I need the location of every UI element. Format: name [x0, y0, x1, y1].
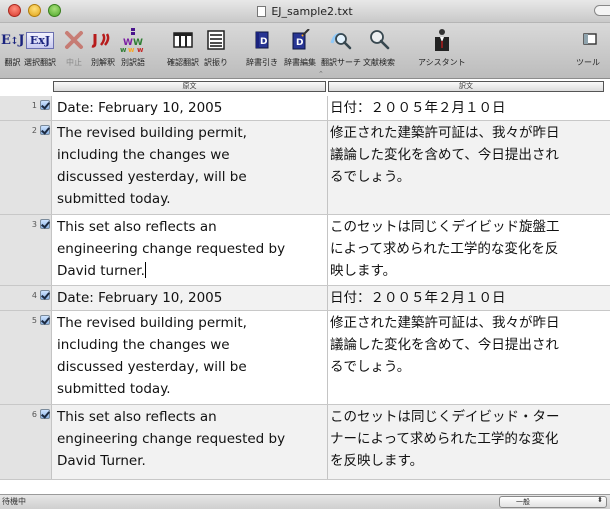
row-checkbox[interactable]	[40, 125, 50, 135]
dictionary-lookup-icon: D	[253, 27, 271, 53]
table-row[interactable]: 3 This set also reflects an engineering …	[0, 215, 610, 286]
column-divider	[327, 121, 328, 214]
row-gutter: 2	[0, 121, 52, 214]
svg-text:D: D	[260, 37, 267, 47]
source-text-cell[interactable]: This set also reflects an engineering ch…	[57, 406, 322, 472]
window-title: EJ_sample2.txt	[271, 4, 353, 18]
dictionary-lookup-button[interactable]: D 辞書引き	[246, 27, 278, 68]
verify-columns-icon	[173, 27, 193, 53]
table-row[interactable]: 6 This set also reflects an engineering …	[0, 405, 610, 480]
alt-interpretation-button[interactable]: 別解釈	[91, 27, 115, 68]
column-divider	[327, 405, 328, 479]
column-divider	[327, 286, 328, 310]
row-gutter: 6	[0, 405, 52, 479]
source-text-cell[interactable]: Date: February 10, 2005	[57, 287, 322, 309]
interlinear-icon	[206, 27, 226, 53]
select-translate-button[interactable]: ExJ 選択翻訳	[24, 27, 56, 68]
table-row[interactable]: 2 The revised building permit, including…	[0, 121, 610, 215]
window-title-area: EJ_sample2.txt	[0, 0, 610, 22]
mode-select[interactable]: 一般 ⬍	[499, 496, 607, 508]
toolbar-resize-grip[interactable]: ⌃	[318, 70, 324, 78]
column-divider	[327, 215, 328, 285]
column-divider	[327, 96, 328, 120]
row-number: 3	[31, 220, 37, 229]
target-text-cell[interactable]: このセットは同じくデイビッド・ター ナーによって求められた工学的な変化 を反映し…	[330, 406, 604, 472]
row-number: 1	[31, 101, 37, 110]
svg-text:w: w	[120, 46, 127, 52]
tool-button[interactable]: ツール	[576, 27, 600, 68]
stop-button[interactable]: 中止	[64, 27, 84, 68]
translation-table: 1 Date: February 10, 2005 日付：２００５年２月１０日 …	[0, 96, 610, 488]
target-text-cell[interactable]: 日付：２００５年２月１０日	[330, 287, 604, 309]
text-cursor	[144, 262, 146, 278]
status-bar: 待機中 一般 ⬍	[0, 494, 610, 509]
select-arrows-icon: ⬍	[597, 496, 603, 504]
svg-text:w: w	[128, 46, 135, 52]
interlinear-button[interactable]: 訳振り	[204, 27, 228, 68]
title-bar: EJ_sample2.txt	[0, 0, 610, 23]
stop-x-icon	[64, 27, 84, 53]
dictionary-edit-icon: D	[290, 27, 310, 53]
source-text-cell[interactable]: This set also reflects an engineering ch…	[57, 216, 322, 282]
table-row[interactable]: 1 Date: February 10, 2005 日付：２００５年２月１０日	[0, 96, 610, 121]
row-checkbox[interactable]	[40, 315, 50, 325]
row-number: 5	[31, 316, 37, 325]
target-text-cell[interactable]: このセットは同じくデイビッド旋盤工 によって求められた工学的な変化を反 映します…	[330, 216, 604, 282]
row-checkbox[interactable]	[40, 290, 50, 300]
tool-icon	[578, 27, 598, 53]
document-icon	[257, 5, 267, 17]
svg-text:D: D	[296, 38, 303, 48]
target-column-header[interactable]: 訳文	[328, 81, 604, 92]
alt-interpretation-icon	[91, 27, 115, 53]
source-text-cell[interactable]: Date: February 10, 2005	[57, 97, 322, 119]
row-checkbox[interactable]	[40, 100, 50, 110]
translation-window: EJ_sample2.txt E↕J 翻訳 ExJ 選択翻訳 中止 別解釈 W …	[0, 0, 610, 509]
translate-button[interactable]: E↕J 翻訳	[1, 27, 24, 68]
svg-text:w: w	[137, 46, 144, 52]
verify-translate-button[interactable]: 確認翻訳	[167, 27, 199, 68]
row-checkbox[interactable]	[40, 409, 50, 419]
document-search-button[interactable]: 文献検索	[363, 27, 395, 68]
ej-translate-icon: E↕J	[1, 32, 24, 48]
row-number: 2	[31, 126, 37, 135]
table-row[interactable]: 5 The revised building permit, including…	[0, 311, 610, 405]
toolbar: E↕J 翻訳 ExJ 選択翻訳 中止 別解釈 W W w w w 別訳語 確認翻…	[0, 23, 610, 79]
dictionary-edit-button[interactable]: D 辞書編集	[284, 27, 316, 68]
row-number: 4	[31, 291, 37, 300]
assistant-button[interactable]: アシスタント	[418, 27, 466, 68]
assistant-icon	[431, 27, 453, 53]
ej-select-translate-icon: ExJ	[25, 27, 55, 53]
source-text-cell[interactable]: The revised building permit, including t…	[57, 122, 322, 210]
column-header: 原文 訳文	[0, 79, 610, 96]
row-gutter: 5	[0, 311, 52, 404]
source-column-header[interactable]: 原文	[53, 81, 326, 92]
alt-word-icon: W W w w w	[120, 27, 146, 53]
translation-search-button[interactable]: 翻訳サーチ	[321, 27, 361, 68]
alt-word-button[interactable]: W W w w w 別訳語	[120, 27, 146, 68]
target-text-cell[interactable]: 修正された建築許可証は、我々が昨日 議論した変化を含めて、今日提出され るでしょ…	[330, 312, 604, 378]
toolbar-toggle-button[interactable]	[594, 5, 610, 16]
mode-select-value: 一般	[516, 498, 530, 506]
target-text-cell[interactable]: 日付：２００５年２月１０日	[330, 97, 604, 119]
target-text-cell[interactable]: 修正された建築許可証は、我々が昨日 議論した変化を含めて、今日提出され るでしょ…	[330, 122, 604, 188]
column-divider	[327, 311, 328, 404]
status-text: 待機中	[2, 497, 26, 506]
row-gutter: 1	[0, 96, 52, 120]
translation-search-icon	[330, 27, 352, 53]
source-text-cell[interactable]: The revised building permit, including t…	[57, 312, 322, 400]
document-search-icon	[368, 27, 390, 53]
table-row[interactable]: 4 Date: February 10, 2005 日付：２００５年２月１０日	[0, 286, 610, 311]
row-gutter: 3	[0, 215, 52, 285]
row-number: 6	[31, 410, 37, 419]
row-checkbox[interactable]	[40, 219, 50, 229]
row-gutter: 4	[0, 286, 52, 310]
